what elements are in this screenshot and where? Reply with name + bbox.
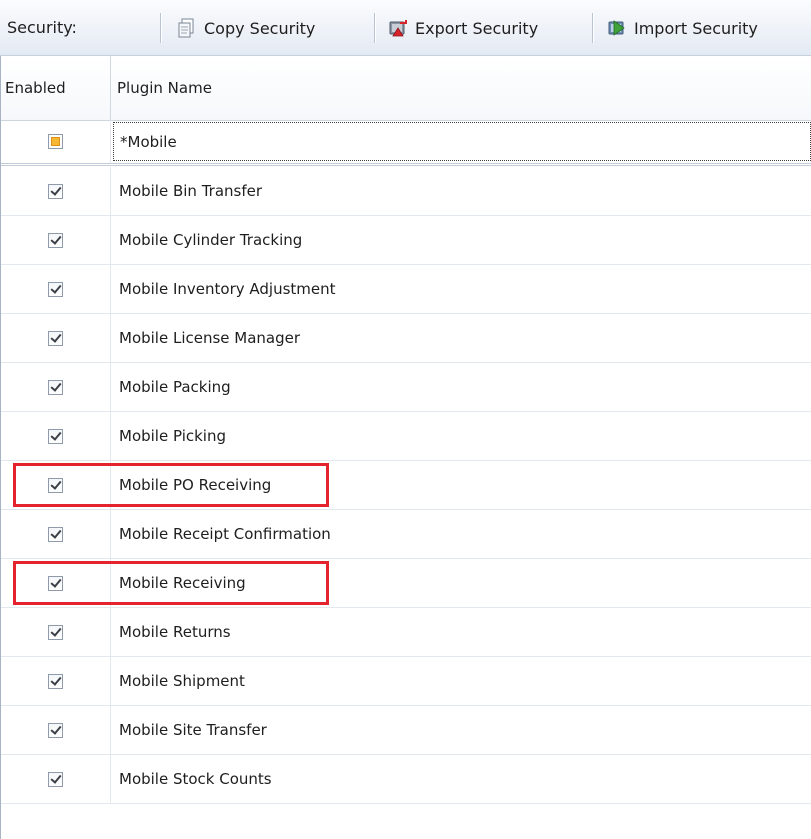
enabled-checkbox[interactable] <box>48 624 63 640</box>
table-row[interactable]: Mobile Shipment <box>1 657 811 706</box>
table-row[interactable]: Mobile Stock Counts <box>1 755 811 804</box>
enabled-checkbox[interactable] <box>48 722 63 738</box>
plugin-name-cell: Mobile Packing <box>119 378 231 396</box>
security-toolbar: Security: Copy Security Export Security <box>0 0 811 56</box>
enabled-cell <box>1 559 111 607</box>
toolbar-separator <box>160 13 161 43</box>
enabled-checkbox[interactable] <box>48 575 63 591</box>
table-row[interactable]: Mobile Picking <box>1 412 811 461</box>
enabled-cell <box>1 657 111 705</box>
enabled-checkbox[interactable] <box>48 428 63 444</box>
plugin-name-cell: Mobile License Manager <box>119 329 301 347</box>
import-icon <box>606 17 628 39</box>
plugin-name-cell: Mobile Inventory Adjustment <box>119 280 336 298</box>
enabled-cell <box>1 755 111 803</box>
enabled-checkbox[interactable] <box>48 771 63 787</box>
copy-security-label: Copy Security <box>204 18 316 38</box>
table-row[interactable]: Mobile Bin Transfer <box>1 167 811 216</box>
table-row[interactable]: Mobile License Manager <box>1 314 811 363</box>
table-row[interactable]: Mobile Receiving <box>1 559 811 608</box>
enabled-cell <box>1 265 111 313</box>
export-icon <box>387 17 409 39</box>
toolbar-separator <box>374 13 375 43</box>
plugin-name-cell: Mobile Picking <box>119 427 226 445</box>
plugin-name-cell: Mobile Site Transfer <box>119 721 267 739</box>
enabled-cell <box>1 167 111 215</box>
column-header-plugin-name[interactable]: Plugin Name <box>111 56 811 120</box>
enabled-checkbox[interactable] <box>48 526 63 542</box>
enabled-cell <box>1 608 111 656</box>
enabled-checkbox[interactable] <box>48 232 63 248</box>
enabled-cell <box>1 412 111 460</box>
enabled-checkbox[interactable] <box>48 183 63 199</box>
grid-rows: Mobile Bin Transfer Mobile Cylinder Track… <box>1 167 811 804</box>
enabled-checkbox[interactable] <box>48 673 63 689</box>
enabled-cell <box>1 510 111 558</box>
enabled-checkbox[interactable] <box>48 379 63 395</box>
plugin-name-cell: Mobile Bin Transfer <box>119 182 263 200</box>
plugin-name-cell: Mobile Receipt Confirmation <box>119 525 331 543</box>
export-security-button[interactable]: Export Security <box>387 10 538 46</box>
plugin-name-cell: Mobile Stock Counts <box>119 770 272 788</box>
plugin-name-cell: Mobile Returns <box>119 623 231 641</box>
copy-security-button[interactable]: Copy Security <box>176 10 315 46</box>
grid-header: Enabled Plugin Name <box>1 56 811 121</box>
export-security-label: Export Security <box>415 18 539 38</box>
column-header-enabled[interactable]: Enabled <box>1 56 111 120</box>
table-row[interactable]: Mobile Inventory Adjustment <box>1 265 811 314</box>
copy-document-icon <box>176 17 198 39</box>
enabled-cell <box>1 216 111 264</box>
table-row[interactable]: Mobile Returns <box>1 608 811 657</box>
enabled-checkbox[interactable] <box>48 330 63 346</box>
plugin-name-cell: Mobile PO Receiving <box>119 476 272 494</box>
plugin-name-cell: Mobile Shipment <box>119 672 245 690</box>
plugin-security-grid: Enabled Plugin Name *Mobile Mobile Bin T… <box>0 56 811 839</box>
filter-enabled-cell <box>1 120 111 163</box>
plugin-name-cell: Mobile Receiving <box>119 574 246 592</box>
enabled-checkbox[interactable] <box>48 281 63 297</box>
filter-row: *Mobile <box>1 120 811 166</box>
import-security-label: Import Security <box>634 18 758 38</box>
table-row[interactable]: Mobile Receipt Confirmation <box>1 510 811 559</box>
table-row[interactable]: Mobile Cylinder Tracking <box>1 216 811 265</box>
table-row[interactable]: Mobile PO Receiving <box>1 461 811 510</box>
table-row[interactable]: Mobile Site Transfer <box>1 706 811 755</box>
enabled-cell <box>1 363 111 411</box>
import-security-button[interactable]: Import Security <box>606 10 758 46</box>
enabled-cell <box>1 706 111 754</box>
enabled-cell <box>1 461 111 509</box>
enabled-filter-checkbox[interactable] <box>48 134 63 149</box>
toolbar-separator <box>592 13 593 43</box>
table-row[interactable]: Mobile Packing <box>1 363 811 412</box>
plugin-name-filter-input[interactable]: *Mobile <box>113 122 811 161</box>
security-label: Security: <box>7 18 77 37</box>
plugin-name-cell: Mobile Cylinder Tracking <box>119 231 303 249</box>
enabled-cell <box>1 314 111 362</box>
enabled-checkbox[interactable] <box>48 477 63 493</box>
